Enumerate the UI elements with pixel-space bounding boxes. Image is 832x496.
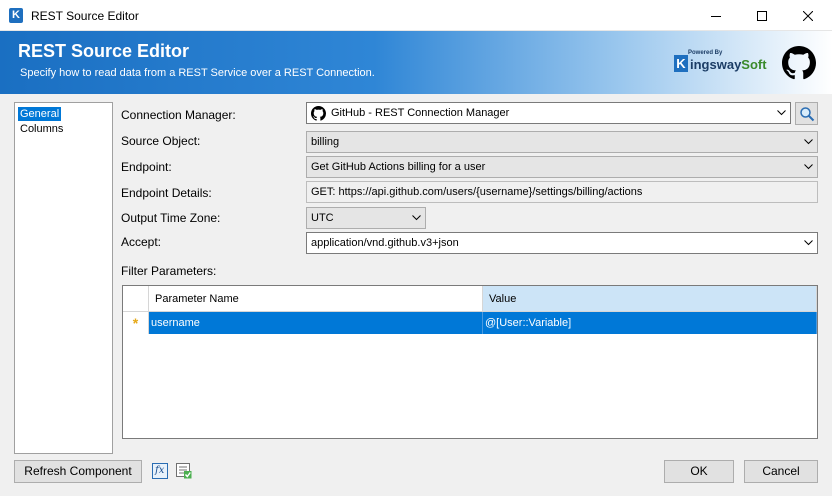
ok-button[interactable]: OK — [664, 460, 734, 483]
source-object-label: Source Object: — [121, 134, 201, 148]
logo-k-mark: K — [674, 55, 688, 72]
source-object-select[interactable]: billing — [306, 131, 818, 153]
output-time-zone-value: UTC — [311, 212, 334, 224]
kingswaysoft-app-icon: K — [9, 8, 23, 23]
refresh-component-button[interactable]: Refresh Component — [14, 460, 142, 483]
banner-subtitle: Specify how to read data from a REST Ser… — [20, 67, 375, 79]
title-bar: K REST Source Editor — [0, 0, 832, 31]
grid-header: Parameter Name Value — [123, 286, 817, 312]
connection-manager-select[interactable]: GitHub - REST Connection Manager — [306, 102, 791, 124]
column-header-value[interactable]: Value — [483, 286, 817, 312]
maximize-icon — [757, 10, 767, 21]
endpoint-details-label: Endpoint Details: — [121, 186, 212, 200]
endpoint-details-field[interactable]: GET: https://api.github.com/users/{usern… — [306, 181, 818, 203]
logo-powered-by: Powered By — [688, 50, 723, 56]
connection-manager-value: GitHub - REST Connection Manager — [331, 107, 510, 119]
filter-parameters-label: Filter Parameters: — [121, 264, 217, 278]
banner-title: REST Source Editor — [18, 41, 190, 61]
maximize-button[interactable] — [739, 0, 785, 31]
endpoint-select[interactable]: Get GitHub Actions billing for a user — [306, 156, 818, 178]
github-logo-icon — [782, 46, 816, 80]
accept-label: Accept: — [121, 235, 162, 249]
chevron-down-icon — [777, 110, 786, 116]
close-icon — [803, 10, 813, 21]
chevron-down-icon — [804, 240, 813, 246]
cell-parameter-value[interactable]: @[User::Variable] — [483, 312, 817, 334]
variables-list-icon[interactable] — [176, 463, 192, 479]
window-title: REST Source Editor — [31, 9, 139, 23]
header-banner: REST Source Editor Specify how to read d… — [0, 31, 832, 94]
logo-wordmark-part1: ingsway — [690, 57, 742, 72]
grid-corner-cell — [123, 286, 149, 312]
expression-fx-icon[interactable]: fx — [152, 463, 168, 479]
nav-item-general[interactable]: General — [18, 107, 62, 121]
chevron-down-icon — [804, 139, 813, 145]
minimize-button[interactable] — [693, 0, 739, 31]
logo-wordmark: ingswaySoft — [690, 57, 767, 72]
github-small-icon — [311, 106, 326, 121]
output-time-zone-label: Output Time Zone: — [121, 211, 221, 225]
endpoint-details-value: GET: https://api.github.com/users/{usern… — [311, 186, 643, 198]
chevron-down-icon — [804, 164, 813, 170]
column-header-parameter-name[interactable]: Parameter Name — [149, 286, 483, 312]
kingswaysoft-logo: Powered By K ingswaySoft — [674, 50, 767, 80]
minimize-icon — [711, 15, 721, 17]
endpoint-label: Endpoint: — [121, 160, 172, 174]
filter-parameters-grid[interactable]: Parameter Name Value * username @[User::… — [122, 285, 818, 439]
accept-value: application/vnd.github.v3+json — [311, 237, 459, 249]
connection-manager-label: Connection Manager: — [121, 108, 236, 122]
close-button[interactable] — [785, 0, 831, 31]
endpoint-value: Get GitHub Actions billing for a user — [311, 161, 486, 173]
nav-item-columns[interactable]: Columns — [18, 122, 65, 136]
logo-wordmark-part2: Soft — [741, 57, 767, 72]
magnifier-icon — [800, 107, 815, 122]
table-row[interactable]: * username @[User::Variable] — [123, 312, 817, 334]
output-time-zone-select[interactable]: UTC — [306, 207, 426, 229]
search-connection-button[interactable] — [795, 102, 818, 125]
fx-glyph: fx — [155, 465, 165, 476]
cell-parameter-name[interactable]: username — [149, 312, 483, 334]
source-object-value: billing — [311, 136, 340, 148]
nav-list: General Columns — [14, 102, 113, 454]
accept-select[interactable]: application/vnd.github.v3+json — [306, 232, 818, 254]
chevron-down-icon — [412, 215, 421, 221]
new-row-marker: * — [123, 312, 149, 334]
cancel-button[interactable]: Cancel — [744, 460, 818, 483]
